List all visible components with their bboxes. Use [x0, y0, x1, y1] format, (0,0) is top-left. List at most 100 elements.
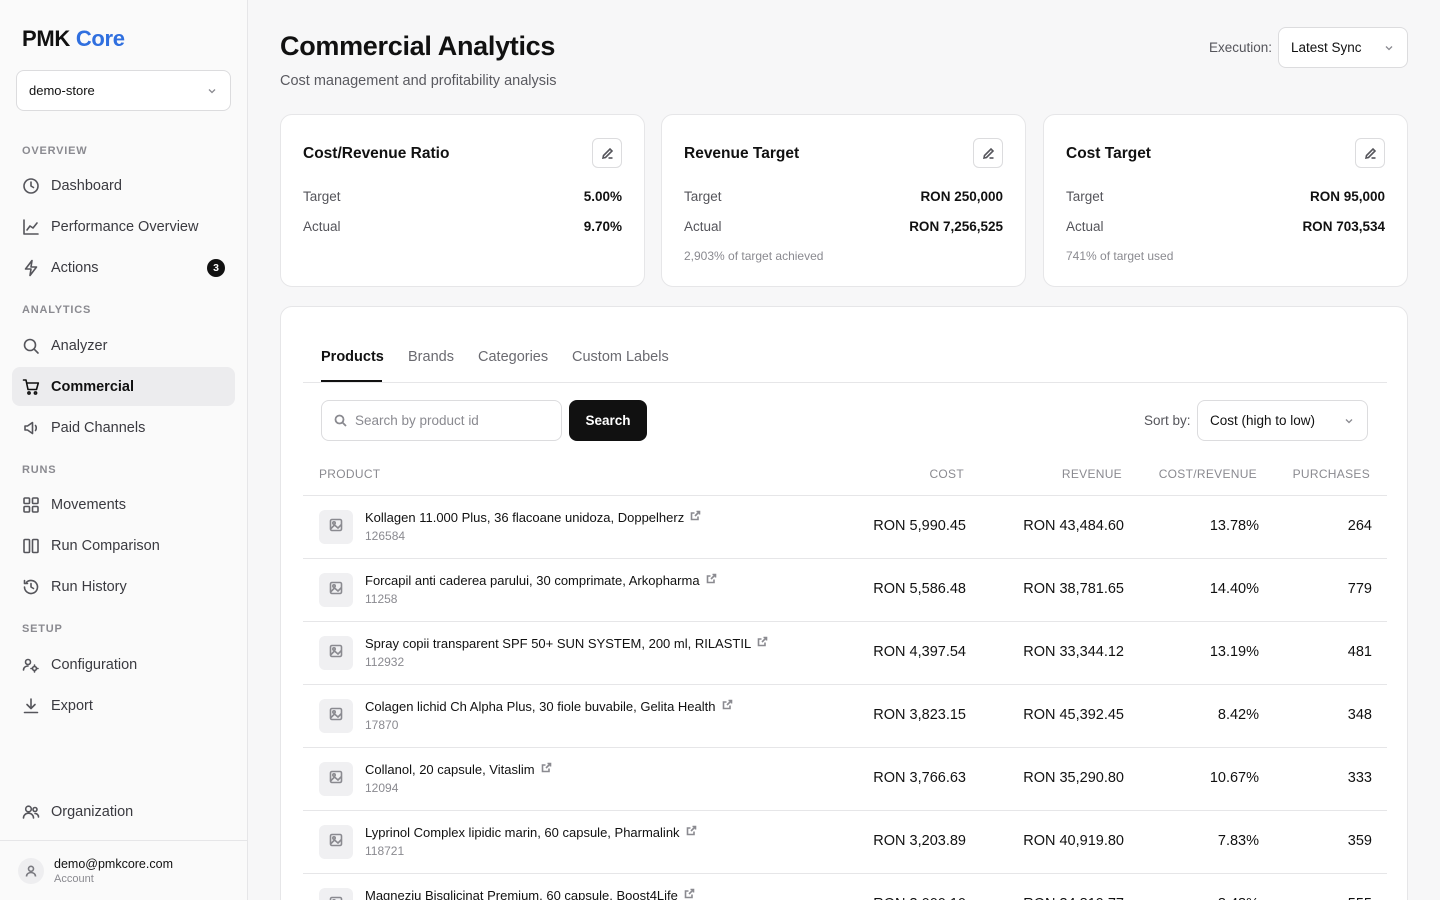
- product-name-text: Collanol, 20 capsule, Vitaslim: [365, 762, 535, 777]
- search-input[interactable]: [355, 413, 555, 428]
- cost-revenue-cell: 13.78%: [1209, 518, 1259, 534]
- section-label-setup: SETUP: [22, 623, 63, 635]
- product-name[interactable]: Collanol, 20 capsule, Vitaslim: [365, 762, 552, 777]
- tab-brands[interactable]: Brands: [408, 349, 454, 365]
- card-cost-target: Cost Target Target RON 95,000 Actual RON…: [1043, 114, 1408, 287]
- sidebar-item-label: Run Comparison: [51, 537, 160, 554]
- product-name-text: Lyprinol Complex lipidic marin, 60 capsu…: [365, 825, 680, 840]
- sidebar-item-label: Organization: [51, 803, 134, 820]
- sidebar-item-paid-channels[interactable]: Paid Channels: [12, 408, 235, 447]
- product-name[interactable]: Kollagen 11.000 Plus, 36 flacoane unidoz…: [365, 510, 701, 525]
- edit-button[interactable]: [1355, 138, 1385, 168]
- table-row[interactable]: Lyprinol Complex lipidic marin, 60 capsu…: [303, 810, 1387, 873]
- sidebar-item-label: Actions: [51, 259, 99, 276]
- sort-select[interactable]: Cost (high to low): [1197, 400, 1368, 441]
- store-select[interactable]: demo-store: [16, 70, 231, 111]
- target-value: 5.00%: [583, 189, 622, 204]
- pencil-icon: [601, 147, 613, 159]
- cost-revenue-cell: 10.67%: [1209, 770, 1259, 786]
- section-label-analytics: ANALYTICS: [22, 304, 92, 316]
- sidebar-item-run-history[interactable]: Run History: [12, 567, 235, 606]
- execution-label: Execution:: [1209, 40, 1273, 55]
- column-header-cost[interactable]: COST: [929, 467, 964, 481]
- actual-value: 9.70%: [583, 219, 622, 234]
- cost-cell: RON 3,203.89: [873, 833, 966, 849]
- column-header-product[interactable]: PRODUCT: [319, 467, 380, 481]
- sidebar-item-run-comparison[interactable]: Run Comparison: [12, 526, 235, 565]
- product-image-placeholder: [319, 762, 353, 796]
- external-link-icon[interactable]: [722, 698, 733, 710]
- product-name[interactable]: Forcapil anti caderea parului, 30 compri…: [365, 573, 717, 588]
- table-row[interactable]: Forcapil anti caderea parului, 30 compri…: [303, 558, 1387, 621]
- actual-label: Actual: [303, 219, 341, 234]
- sidebar-item-actions[interactable]: Actions 3: [12, 248, 235, 287]
- table-row[interactable]: Kollagen 11.000 Plus, 36 flacoane unidoz…: [303, 495, 1387, 558]
- sidebar-item-organization[interactable]: Organization: [12, 792, 235, 831]
- tab-products[interactable]: Products: [321, 349, 384, 365]
- column-header-revenue[interactable]: REVENUE: [1062, 467, 1122, 481]
- product-image-placeholder: [319, 510, 353, 544]
- pencil-icon: [1364, 147, 1376, 159]
- sidebar-item-label: Movements: [51, 496, 126, 513]
- sidebar-item-movements[interactable]: Movements: [12, 485, 235, 524]
- sidebar-item-label: Run History: [51, 578, 127, 595]
- column-header-purchases[interactable]: PURCHASES: [1293, 467, 1370, 481]
- product-search: [321, 400, 562, 441]
- account-email: demo@pmkcore.com: [54, 856, 173, 871]
- product-id: 11258: [365, 592, 398, 606]
- product-name-text: Magneziu Bisglicinat Premium, 60 capsule…: [365, 888, 678, 900]
- target-progress-note: 2,903% of target achieved: [684, 249, 824, 263]
- revenue-cell: RON 34,819.77: [1023, 896, 1124, 900]
- product-name[interactable]: Lyprinol Complex lipidic marin, 60 capsu…: [365, 825, 697, 840]
- section-label-overview: OVERVIEW: [22, 145, 88, 157]
- account-menu[interactable]: demo@pmkcore.com Account: [0, 840, 247, 900]
- edit-button[interactable]: [592, 138, 622, 168]
- users-icon: [22, 803, 40, 821]
- cost-cell: RON 3,000.10: [873, 896, 966, 900]
- external-link-icon[interactable]: [690, 509, 701, 521]
- external-link-icon[interactable]: [686, 824, 697, 836]
- actual-row: Actual 9.70%: [303, 219, 622, 234]
- table-row[interactable]: Spray copii transparent SPF 50+ SUN SYST…: [303, 621, 1387, 684]
- target-row: Target RON 95,000: [1066, 189, 1385, 204]
- product-name[interactable]: Spray copii transparent SPF 50+ SUN SYST…: [365, 636, 768, 651]
- sidebar-item-analyzer[interactable]: Analyzer: [12, 326, 235, 365]
- actual-value: RON 703,534: [1302, 219, 1385, 234]
- external-link-icon[interactable]: [541, 761, 552, 773]
- tab-categories[interactable]: Categories: [478, 349, 548, 365]
- sidebar-item-dashboard[interactable]: Dashboard: [12, 166, 235, 205]
- execution-select[interactable]: Latest Sync: [1278, 27, 1408, 68]
- lightning-icon: [22, 259, 40, 277]
- sidebar-item-configuration[interactable]: Configuration: [12, 645, 235, 684]
- product-image-placeholder: [319, 888, 353, 900]
- product-name-text: Spray copii transparent SPF 50+ SUN SYST…: [365, 636, 752, 651]
- search-button[interactable]: Search: [569, 400, 647, 441]
- sidebar-item-commercial[interactable]: Commercial: [12, 367, 235, 406]
- purchases-cell: 555: [1348, 896, 1372, 900]
- app-logo[interactable]: PMK Core: [22, 26, 125, 52]
- product-name[interactable]: Colagen lichid Ch Alpha Plus, 30 fiole b…: [365, 699, 733, 714]
- product-name-text: Kollagen 11.000 Plus, 36 flacoane unidoz…: [365, 510, 685, 525]
- section-label-runs: RUNS: [22, 464, 57, 476]
- external-link-icon[interactable]: [757, 635, 768, 647]
- active-tab-indicator: [321, 380, 382, 382]
- product-name[interactable]: Magneziu Bisglicinat Premium, 60 capsule…: [365, 888, 695, 900]
- sidebar: PMK Core demo-store OVERVIEW Dashboard P…: [0, 0, 248, 900]
- table-row[interactable]: Collanol, 20 capsule, Vitaslim 12094 RON 3…: [303, 747, 1387, 810]
- external-link-icon[interactable]: [706, 572, 717, 584]
- table-row[interactable]: Colagen lichid Ch Alpha Plus, 30 fiole b…: [303, 684, 1387, 747]
- cost-cell: RON 5,990.45: [873, 518, 966, 534]
- external-link-icon[interactable]: [684, 887, 695, 899]
- tab-custom-labels[interactable]: Custom Labels: [572, 349, 669, 365]
- column-header-cost-revenue[interactable]: COST/REVENUE: [1159, 467, 1257, 481]
- sidebar-item-label: Export: [51, 697, 93, 714]
- edit-button[interactable]: [973, 138, 1003, 168]
- cost-cell: RON 4,397.54: [873, 644, 966, 660]
- sidebar-item-export[interactable]: Export: [12, 686, 235, 725]
- table-row[interactable]: Magneziu Bisglicinat Premium, 60 capsule…: [303, 873, 1387, 900]
- purchases-cell: 333: [1347, 770, 1372, 786]
- download-icon: [22, 697, 40, 715]
- pencil-icon: [982, 147, 994, 159]
- sidebar-item-performance-overview[interactable]: Performance Overview: [12, 207, 235, 246]
- product-id: 118721: [365, 844, 405, 858]
